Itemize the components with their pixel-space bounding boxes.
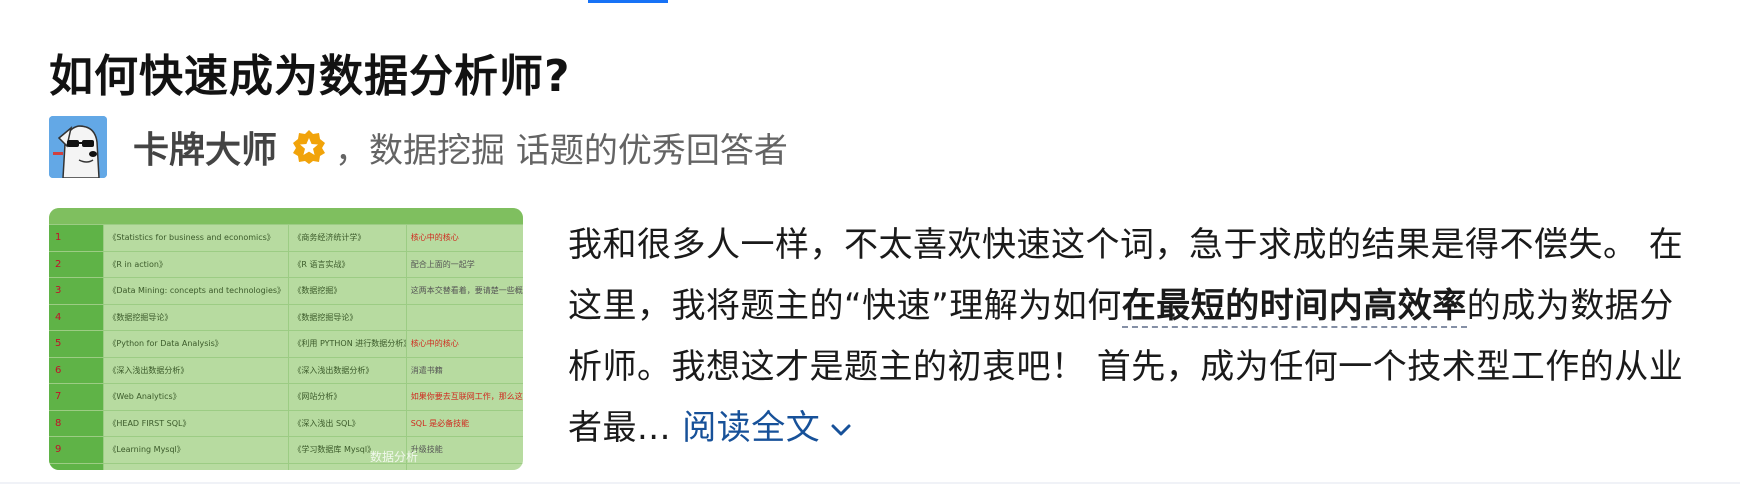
read-more-label: 阅读全文 (682, 408, 821, 448)
chevron-down-icon (831, 424, 851, 435)
answer-thumbnail[interactable]: 1 《Statistics for business and economics》… (49, 208, 523, 470)
thumbnail-row: 2 《R in action》 《R 语言实战》 配合上面的一起学 (49, 250, 523, 277)
row-number: 3 (49, 278, 104, 304)
thumbnail-row: 4 《数据挖掘导论》 《数据挖掘导论》 (49, 303, 523, 330)
row-number: 4 (49, 304, 104, 330)
book-note: SQL 是必备技能 (405, 410, 523, 436)
book-title-en: 《HEAD FIRST SQL》 (103, 410, 288, 436)
answer-excerpt[interactable]: 我和很多人一样，不太喜欢快速这个词，急于求成的结果是得不偿失。 在这里，我将题主… (568, 215, 1708, 459)
answer-card[interactable]: 如何快速成为数据分析师? 卡牌大师 ，数据挖掘 话题的优秀回答者 1 《Stati… (0, 0, 1740, 484)
thumbnail-row: 8 《HEAD FIRST SQL》 《深入浅出 SQL》 SQL 是必备技能 (49, 409, 523, 436)
book-note: 这两本交替看着，要请楚一些概念 (405, 278, 523, 304)
thumbnail-row: 10《Practical Data Science Cookbook(2014)… (49, 462, 523, 470)
book-title-en: 《深入浅出数据分析》 (103, 357, 288, 383)
thumbnail-row: 6 《深入浅出数据分析》 《深入浅出数据分析》 消遣书籍 (49, 356, 523, 383)
avatar-dog-icon (49, 116, 107, 178)
book-title-en: 《R in action》 (103, 251, 288, 277)
avatar[interactable] (49, 116, 107, 178)
thumbnail-watermark: 数据分析 (370, 450, 419, 464)
book-note: 核心中的核心 (405, 331, 523, 357)
row-number: 9 (49, 437, 104, 463)
row-number: 6 (49, 357, 104, 383)
book-title-en: 《Practical Data Science Cookbook(2014)》 (103, 463, 288, 470)
book-note: 核心中的核心 (405, 225, 523, 251)
book-note (405, 304, 523, 330)
book-title-cn: 《网站分析》 (288, 384, 405, 410)
row-number: 10 (49, 463, 104, 470)
read-more-button[interactable]: 阅读全文 (682, 408, 856, 448)
book-note: 消遣书籍 (405, 357, 523, 383)
thumbnail-row: 5 《Python for Data Analysis》 《利用 PYTHON 进行… (49, 330, 523, 357)
thumbnail-row: 3 《Data Mining: concepts and technologies… (49, 277, 523, 304)
row-number: 5 (49, 331, 104, 357)
book-title-cn: 《深入浅出 SQL》 (288, 410, 405, 436)
book-note: 配合上面的一起学 (405, 251, 523, 277)
book-title-en: 《Python for Data Analysis》 (103, 331, 288, 357)
book-title-en: 《Learning Mysql》 (103, 437, 288, 463)
row-number: 2 (49, 251, 104, 277)
author-bio: ，数据挖掘 话题的优秀回答者 (335, 130, 788, 171)
row-number: 7 (49, 384, 104, 410)
thumbnail-row: 9 《Learning Mysql》 《学习数据库 Mysql》 升级技能 (49, 436, 523, 463)
question-title[interactable]: 如何快速成为数据分析师? (49, 40, 571, 104)
book-title-cn: 《R 语言实战》 (288, 251, 405, 277)
book-title-cn: 《数据挖掘》 (288, 278, 405, 304)
book-title-cn: 《深入浅出数据分析》 (288, 357, 405, 383)
author-name[interactable]: 卡牌大师 (133, 121, 277, 173)
book-title-en: 《数据挖掘导论》 (103, 304, 288, 330)
book-title-en: 《Statistics for business and economics》 (103, 225, 288, 251)
book-title-cn: 《商务经济统计学》 (288, 225, 405, 251)
row-number: 8 (49, 410, 104, 436)
book-note: 升级技能 (405, 463, 523, 470)
excellent-answerer-badge-icon[interactable] (291, 129, 327, 165)
row-number: 1 (49, 225, 104, 251)
book-note: 升级技能 (405, 437, 523, 463)
thumbnail-table: 1 《Statistics for business and economics》… (49, 224, 523, 470)
thumbnail-row: 7《Web Analytics》《网站分析》如果你要去互联网工作，那么这是核心中… (49, 383, 523, 410)
author-row: 卡牌大师 ，数据挖掘 话题的优秀回答者 (49, 116, 788, 178)
book-note: 如果你要去互联网工作，那么这是核心中的核心 (405, 384, 523, 410)
thumbnail-header (49, 208, 523, 224)
thumbnail-row: 1 《Statistics for business and economics》… (49, 224, 523, 251)
book-title-en: 《Data Mining: concepts and technologies》 (103, 278, 288, 304)
excerpt-highlight[interactable]: 在最短的时间内高效率 (1121, 286, 1467, 328)
book-title-en: 《Web Analytics》 (103, 384, 288, 410)
book-title-cn: 《数据挖掘导论》 (288, 304, 405, 330)
book-title-cn: 《利用 PYTHON 进行数据分析》 (288, 331, 406, 357)
